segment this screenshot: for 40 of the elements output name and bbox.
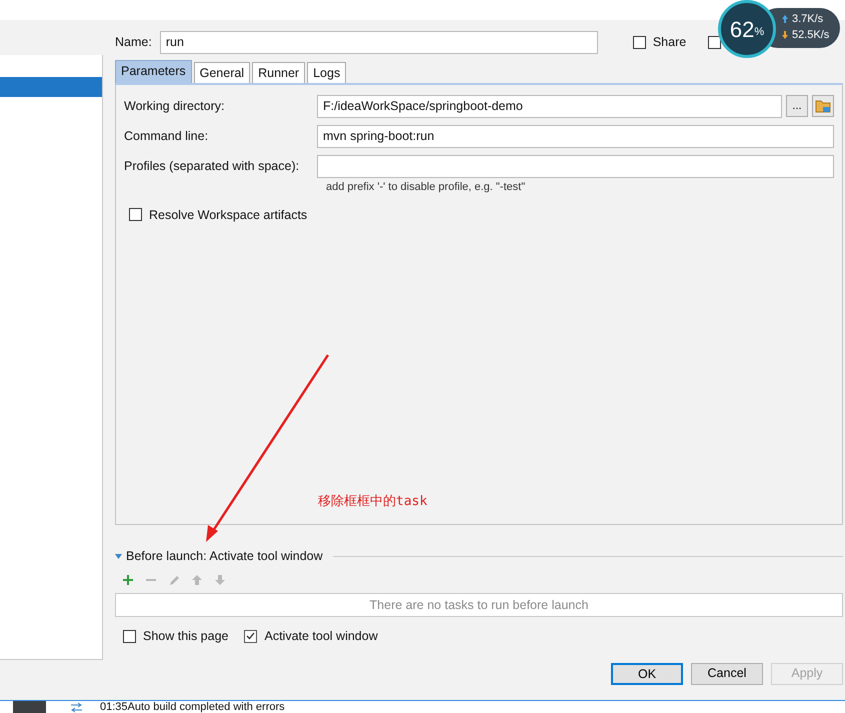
section-title: Before launch: Activate tool window (126, 548, 323, 565)
checkbox[interactable] (708, 36, 722, 48)
speed-value: 52.5K/s (792, 28, 830, 43)
gauge-unit: % (754, 24, 764, 40)
checkbox[interactable] (244, 630, 258, 643)
name-label: Name: (115, 34, 152, 51)
tab[interactable]: Logs (307, 62, 346, 83)
checkbox-label: Activate tool window (264, 628, 378, 645)
download-arrow-icon (782, 31, 788, 39)
text-field[interactable] (317, 154, 834, 178)
tab[interactable]: Runner (252, 62, 306, 83)
tab[interactable]: General (194, 62, 250, 83)
folder-button[interactable] (812, 95, 834, 117)
sync-icon[interactable] (70, 702, 83, 712)
field-label: Profiles (separated with space): (124, 158, 300, 175)
checkbox[interactable] (129, 208, 142, 222)
field-label: Working directory: (124, 98, 226, 115)
checkbox[interactable] (632, 36, 646, 48)
checkbox-label: Show this page (143, 628, 228, 645)
panel-thumbnail (13, 701, 46, 713)
field-label: Command line: (124, 128, 210, 145)
text-field[interactable]: F:/ideaWorkSpace/springboot-demo (317, 94, 782, 118)
tasks-list: There are no tasks to run before launch (115, 593, 843, 617)
gauge-value: 62 (730, 16, 754, 44)
checkbox-label: Resolve Workspace artifacts (149, 206, 308, 224)
checkbox[interactable] (123, 630, 136, 643)
status-message: 01:35Auto build completed with errors (100, 701, 285, 713)
option-label: Share (652, 34, 686, 51)
tab[interactable]: Parameters (115, 60, 192, 83)
annotation-text: 移除框框中的task (318, 493, 428, 511)
expand-icon[interactable] (115, 554, 122, 558)
dialog-button[interactable]: Cancel (691, 662, 763, 685)
hint-text: add prefix '-' to disable profile, e.g. "-test" (326, 180, 526, 195)
browse-button[interactable]: ... (786, 95, 808, 117)
add-icon[interactable] (122, 574, 134, 586)
speed-value: 3.7K/s (792, 12, 824, 27)
upload-arrow-icon (782, 15, 788, 23)
name-field[interactable]: run (160, 30, 598, 54)
text-field[interactable]: mvn spring-boot:run (317, 124, 834, 148)
dialog-button[interactable]: OK (611, 662, 683, 685)
